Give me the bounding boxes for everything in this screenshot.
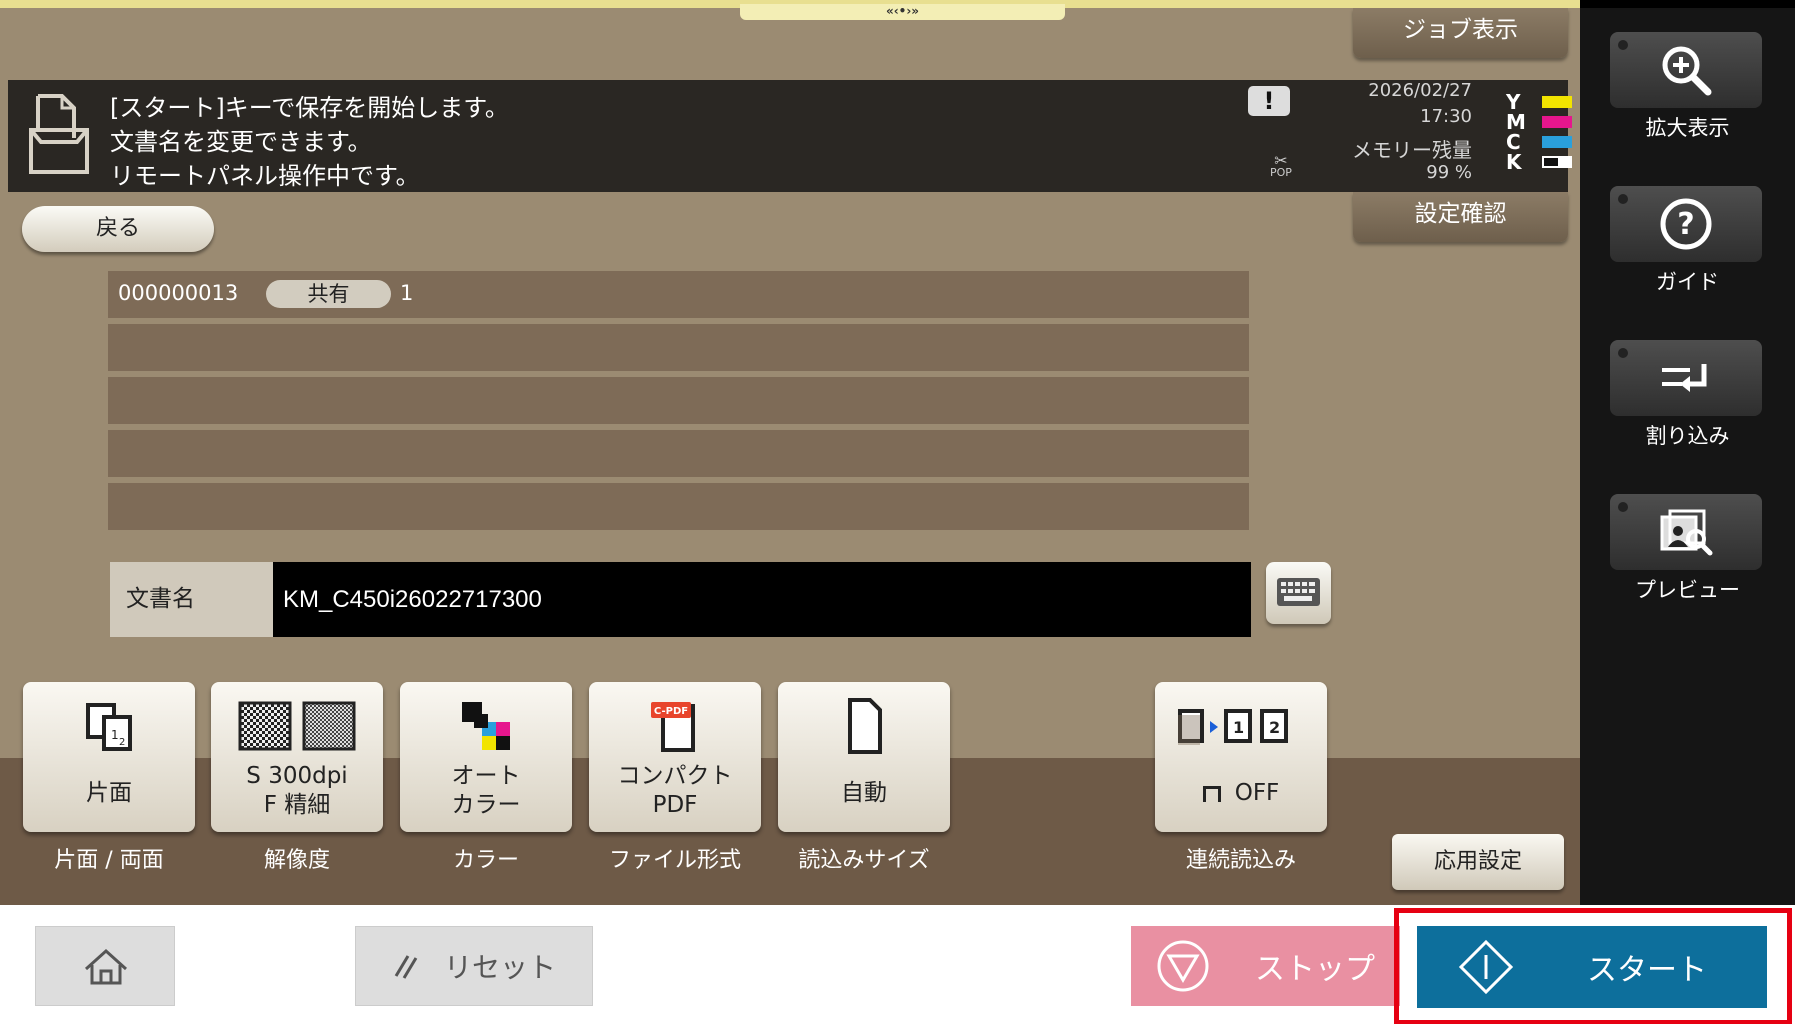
- interrupt-label: 割り込み: [1645, 424, 1730, 448]
- toner-letter-m: M: [1506, 110, 1526, 134]
- interrupt-icon: [1662, 364, 1707, 392]
- magnify-plus-icon: [1662, 46, 1712, 96]
- box-list-row-4: [108, 430, 1249, 477]
- resolution-button[interactable]: S 300dpi F 精細: [211, 682, 383, 832]
- svg-text:1: 1: [111, 728, 119, 742]
- shared-badge: 共有: [266, 280, 391, 308]
- settings-check-button[interactable]: 設定確認: [1353, 192, 1568, 242]
- svg-text:?: ?: [1677, 207, 1694, 242]
- continuous-scan-caption: 連続読込み: [1185, 848, 1296, 873]
- platen-icon: [1202, 786, 1221, 802]
- svg-text:C-PDF: C-PDF: [654, 706, 688, 717]
- home-button[interactable]: [35, 926, 175, 1006]
- reset-label: リセット: [444, 951, 557, 984]
- keyboard-icon: [1277, 578, 1320, 606]
- memory-value: 99 %: [1426, 162, 1472, 183]
- continuous-scan-label: OFF: [1155, 779, 1327, 808]
- document-tray-icon: [29, 94, 89, 174]
- toner-cyan-indicator: [1542, 136, 1572, 148]
- status-date: 2026/02/27: [1368, 80, 1472, 101]
- warning-icon[interactable]: !: [1248, 86, 1290, 116]
- svg-text:2: 2: [1269, 718, 1280, 737]
- interrupt-button[interactable]: [1610, 340, 1762, 416]
- panel-handle[interactable]: «‹•›»: [740, 4, 1065, 20]
- advanced-settings-button[interactable]: 応用設定: [1392, 834, 1564, 890]
- keyboard-button[interactable]: [1266, 562, 1331, 624]
- continuous-scan-icon: 1 2: [1178, 709, 1288, 745]
- color-mode-icon: [462, 702, 510, 750]
- bottom-bar: リセット ストップ スタート: [0, 905, 1795, 1024]
- stop-button[interactable]: ストップ: [1131, 926, 1400, 1006]
- start-label: スタート: [1587, 953, 1707, 988]
- start-button[interactable]: スタート: [1417, 926, 1767, 1008]
- stop-label: ストップ: [1255, 952, 1375, 987]
- scan-size-button[interactable]: 自動: [778, 682, 950, 832]
- box-list-row-3: [108, 377, 1249, 424]
- box-number: 000000013: [118, 281, 239, 305]
- toner-black-indicator: [1542, 156, 1572, 168]
- file-format-button[interactable]: C-PDF コンパクト PDF: [589, 682, 761, 832]
- simplex-icon: 1 2: [86, 703, 132, 751]
- document-name-label: 文書名: [110, 562, 273, 637]
- guide-button[interactable]: ?: [1610, 186, 1762, 262]
- svg-text:1: 1: [1233, 718, 1244, 737]
- file-format-caption: ファイル形式: [608, 848, 741, 873]
- home-icon: [84, 948, 128, 985]
- memory-label: メモリー残量: [1352, 138, 1472, 162]
- color-label: オート カラー: [451, 763, 521, 818]
- message-line-2: 文書名を変更できます。: [110, 128, 372, 156]
- simplex-duplex-button[interactable]: 1 2 片面: [23, 682, 195, 832]
- file-format-label: コンパクト PDF: [617, 763, 733, 818]
- toner-letter-y: Y: [1506, 90, 1521, 114]
- preview-icon: [1660, 509, 1713, 556]
- resolution-caption: 解像度: [263, 848, 330, 873]
- color-caption: カラー: [452, 848, 519, 873]
- simplex-label: 片面: [86, 780, 132, 806]
- message-line-1: [スタート]キーで保存を開始します。: [110, 94, 509, 122]
- toner-letter-k: K: [1506, 150, 1522, 174]
- resolution-fine-icon: [302, 701, 356, 751]
- compact-pdf-icon: C-PDF: [651, 702, 695, 752]
- help-icon: ?: [1660, 198, 1712, 250]
- message-bar: [スタート]キーで保存を開始します。 文書名を変更できます。 リモートパネル操作…: [8, 80, 1572, 192]
- box-list-row-2: [108, 324, 1249, 371]
- svg-text:2: 2: [119, 737, 125, 748]
- job-display-button[interactable]: ジョブ表示: [1353, 8, 1568, 58]
- scan-size-label: 自動: [841, 780, 887, 806]
- resolution-coarse-icon: [238, 701, 292, 751]
- toner-magenta-indicator: [1542, 116, 1572, 128]
- message-line-3: リモートパネル操作中です。: [110, 162, 420, 190]
- preview-label: プレビュー: [1635, 578, 1740, 602]
- guide-label: ガイド: [1656, 270, 1719, 294]
- toner-letter-c: C: [1506, 130, 1521, 154]
- main-panel: ジョブ表示 [スタート]キーで保存を開始します。 文書名を変更できます。 リモー…: [0, 0, 1580, 905]
- status-time: 17:30: [1420, 106, 1472, 127]
- original-size-icon: [848, 698, 882, 754]
- right-sidebar: 拡大表示 ? ガイド 割り込み プレビュー: [1580, 8, 1795, 905]
- file-count: 1: [400, 281, 414, 305]
- zoom-display-button[interactable]: [1610, 32, 1762, 108]
- box-list-row-1[interactable]: 000000013 共有 1: [108, 271, 1249, 318]
- simplex-duplex-caption: 片面 / 両面: [54, 848, 164, 873]
- toner-yellow-indicator: [1542, 96, 1572, 108]
- scan-size-caption: 読込みサイズ: [798, 848, 930, 873]
- start-icon: [1458, 939, 1514, 995]
- document-name-input[interactable]: [273, 562, 1251, 637]
- box-list-row-5: [108, 483, 1249, 530]
- reset-icon: [394, 955, 418, 979]
- reset-button[interactable]: リセット: [355, 926, 593, 1006]
- resolution-label: S 300dpi F 精細: [246, 763, 348, 818]
- zoom-display-label: 拡大表示: [1645, 116, 1730, 140]
- stop-icon: [1157, 940, 1209, 992]
- continuous-scan-button[interactable]: 1 2 OFF: [1155, 682, 1327, 832]
- color-button[interactable]: オート カラー: [400, 682, 572, 832]
- pop-icon: ✂ POP: [1270, 151, 1292, 179]
- back-button[interactable]: 戻る: [22, 206, 214, 252]
- preview-button[interactable]: [1610, 494, 1762, 570]
